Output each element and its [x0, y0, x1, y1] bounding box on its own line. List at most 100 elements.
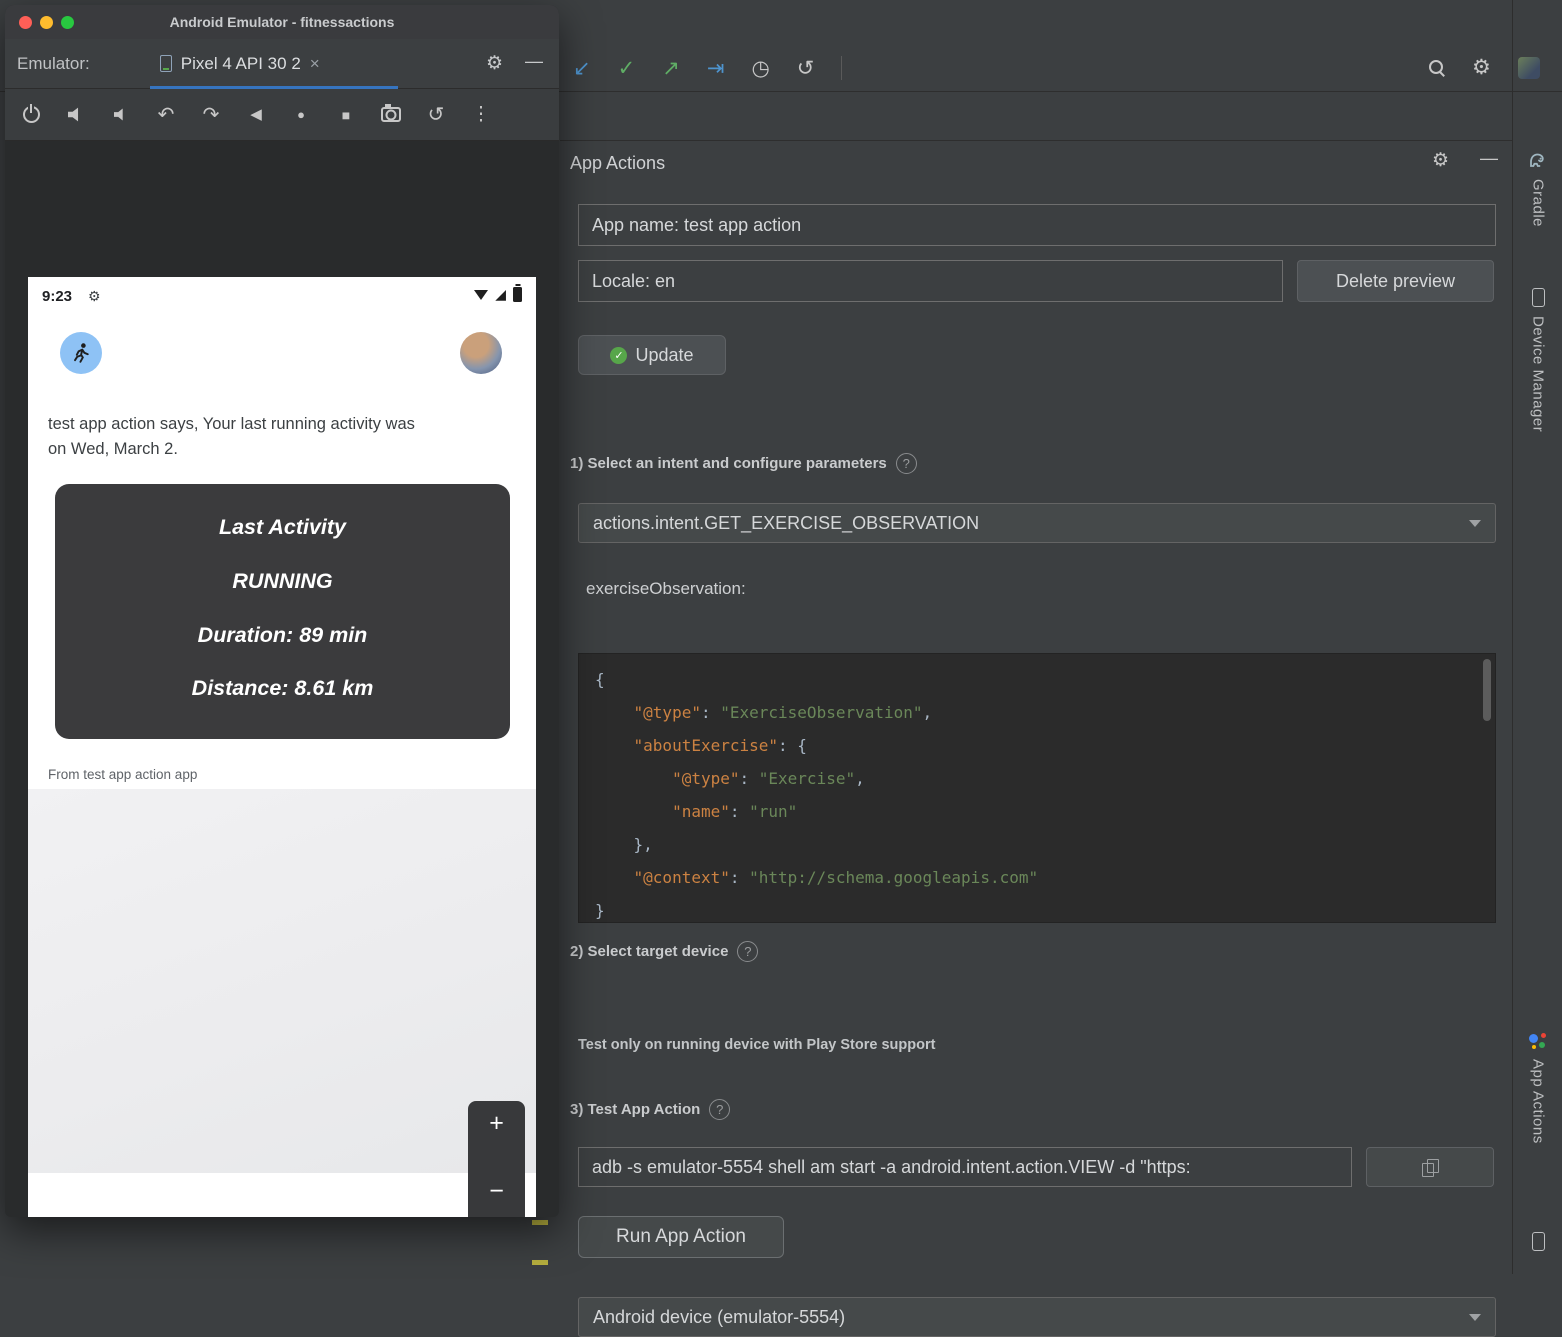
update-button[interactable]: ✓ Update: [578, 335, 726, 375]
sidebar-item-bottom-device[interactable]: [1513, 1232, 1562, 1251]
zoom-out-button[interactable]: −: [489, 1179, 504, 1204]
step1-help-icon[interactable]: ?: [896, 453, 917, 474]
close-traffic-light[interactable]: [19, 16, 32, 29]
wifi-icon: [474, 290, 488, 300]
attach-debugger-icon[interactable]: ↙: [573, 58, 591, 79]
volume-down-icon[interactable]: [111, 108, 131, 121]
tab-pixel-4-api-30-2[interactable]: Pixel 4 API 30 2 ×: [150, 39, 398, 89]
copy-icon: [1422, 1159, 1438, 1176]
device-tool-icon: [1532, 1232, 1545, 1251]
screenshot-camera-icon[interactable]: [381, 107, 401, 122]
more-options-icon[interactable]: ⋮: [471, 105, 491, 124]
commit-check-icon[interactable]: ✓: [618, 58, 636, 79]
tab-active-underline: [150, 86, 398, 89]
target-device-select[interactable]: Android device (emulator-5554): [578, 1297, 1496, 1337]
from-app-label: From test app action app: [48, 767, 197, 782]
panel-gear-icon[interactable]: ⚙: [1432, 151, 1449, 170]
panel-minimize-icon[interactable]: —: [1480, 149, 1498, 167]
json-code: { "@type": "ExerciseObservation", "about…: [595, 663, 1479, 923]
editor-mark: [532, 1260, 548, 1265]
phone-status-bar: 9:23 ⚙ ◢: [42, 284, 522, 308]
app-name-field[interactable]: App name: test app action: [578, 204, 1496, 246]
copy-command-button[interactable]: [1366, 1147, 1494, 1187]
update-running-app-icon[interactable]: ↗: [662, 58, 680, 79]
power-icon[interactable]: [21, 106, 41, 123]
intent-select[interactable]: actions.intent.GET_EXERCISE_OBSERVATION: [578, 503, 1496, 543]
emulator-window-title: Android Emulator - fitnessactions: [5, 14, 559, 30]
adb-command-input[interactable]: [578, 1147, 1352, 1187]
device-note: Test only on running device with Play St…: [578, 1037, 935, 1053]
rotate-left-icon[interactable]: ↶: [156, 105, 176, 125]
step3-label: 3) Test App Action ?: [570, 1099, 730, 1120]
toolbar-separator: [841, 56, 842, 80]
sidebar-item-gradle[interactable]: Gradle: [1513, 150, 1562, 227]
sidebar-label-gradle: Gradle: [1530, 179, 1547, 227]
step3-text: 3) Test App Action: [570, 1101, 700, 1118]
minimize-traffic-light[interactable]: [40, 16, 53, 29]
update-label: Update: [635, 345, 693, 366]
apply-changes-icon[interactable]: ⇥: [707, 58, 725, 79]
emulator-toolbar-label: Emulator:: [17, 54, 90, 74]
card-duration: Duration: 89 min: [55, 623, 510, 648]
recent-clock-icon[interactable]: ◷: [751, 58, 769, 79]
delete-preview-button[interactable]: Delete preview: [1297, 260, 1494, 302]
app-actions-panel: App Actions ⚙ — App name: test app actio…: [560, 140, 1512, 1274]
emulator-titlebar: Android Emulator - fitnessactions: [5, 5, 559, 39]
param-json-editor[interactable]: { "@type": "ExerciseObservation", "about…: [578, 653, 1496, 923]
status-time: 9:23: [42, 288, 72, 305]
undo-icon[interactable]: ↺: [797, 58, 815, 79]
home-icon[interactable]: ●: [291, 108, 311, 121]
editor-mark: [532, 1220, 548, 1225]
run-app-action-label: Run App Action: [616, 1226, 746, 1248]
status-gear-icon: ⚙: [88, 288, 101, 305]
runner-icon: [69, 341, 93, 365]
card-title: Last Activity: [55, 515, 510, 540]
device-icon: [160, 55, 172, 72]
sidebar-item-app-actions[interactable]: App Actions: [1513, 1030, 1562, 1144]
delete-preview-label: Delete preview: [1336, 271, 1455, 292]
zoom-overlay: + − 1:1: [468, 1101, 525, 1217]
back-icon[interactable]: ◀: [246, 107, 266, 122]
step2-text: 2) Select target device: [570, 943, 728, 960]
last-activity-card: Last Activity RUNNING Duration: 89 min D…: [55, 484, 510, 739]
assistant-dots-icon: [1528, 1030, 1548, 1050]
settings-gear-icon[interactable]: ⚙: [1472, 57, 1491, 78]
search-everywhere-icon[interactable]: [1428, 59, 1445, 76]
sidebar-label-device-manager: Device Manager: [1530, 316, 1547, 432]
step2-help-icon[interactable]: ?: [737, 941, 758, 962]
emulator-settings-gear-icon[interactable]: ⚙: [486, 52, 503, 75]
tab-label: Pixel 4 API 30 2: [181, 54, 301, 74]
rotate-right-icon[interactable]: ↷: [201, 105, 221, 125]
signal-icon: ◢: [495, 286, 506, 303]
assistant-runner-avatar: [60, 332, 102, 374]
step1-label: 1) Select an intent and configure parame…: [570, 453, 917, 474]
gradle-elephant-icon: [1527, 150, 1549, 170]
editor-scrollbar[interactable]: [1483, 659, 1491, 721]
zoom-traffic-light[interactable]: [61, 16, 74, 29]
step3-help-icon[interactable]: ?: [709, 1099, 730, 1120]
target-device-value: Android device (emulator-5554): [593, 1307, 845, 1328]
battery-icon: [513, 287, 522, 302]
snapshot-history-icon[interactable]: ↺: [426, 105, 446, 125]
locale-field[interactable]: Locale: en: [578, 260, 1283, 302]
emulator-controls-row: ↶ ↷ ◀ ● ■ ↺ ⋮: [5, 89, 559, 141]
sidebar-item-device-manager[interactable]: Device Manager: [1513, 288, 1562, 432]
tab-close-icon[interactable]: ×: [310, 54, 320, 74]
device-manager-icon: [1532, 288, 1545, 307]
panel-title: App Actions: [570, 153, 665, 174]
run-app-action-button[interactable]: Run App Action: [578, 1216, 784, 1258]
volume-up-icon[interactable]: [66, 107, 86, 122]
zoom-in-button[interactable]: +: [489, 1111, 504, 1136]
assistant-message-text: test app action says, Your last running …: [48, 412, 436, 462]
emulator-minimize-icon[interactable]: —: [525, 51, 543, 72]
card-distance: Distance: 8.61 km: [55, 676, 510, 701]
emulator-tab-row: Emulator: Pixel 4 API 30 2 × ⚙ —: [5, 39, 559, 89]
user-avatar: [460, 332, 502, 374]
right-tool-strip: Gradle Device Manager App Actions: [1512, 0, 1562, 1274]
card-activity: RUNNING: [55, 569, 510, 594]
overview-icon[interactable]: ■: [336, 108, 356, 122]
app-name-value: App name: test app action: [592, 215, 801, 236]
step2-label: 2) Select target device ?: [570, 941, 758, 962]
emulator-window: Android Emulator - fitnessactions Emulat…: [5, 5, 559, 1217]
chat-background: [28, 789, 536, 1173]
